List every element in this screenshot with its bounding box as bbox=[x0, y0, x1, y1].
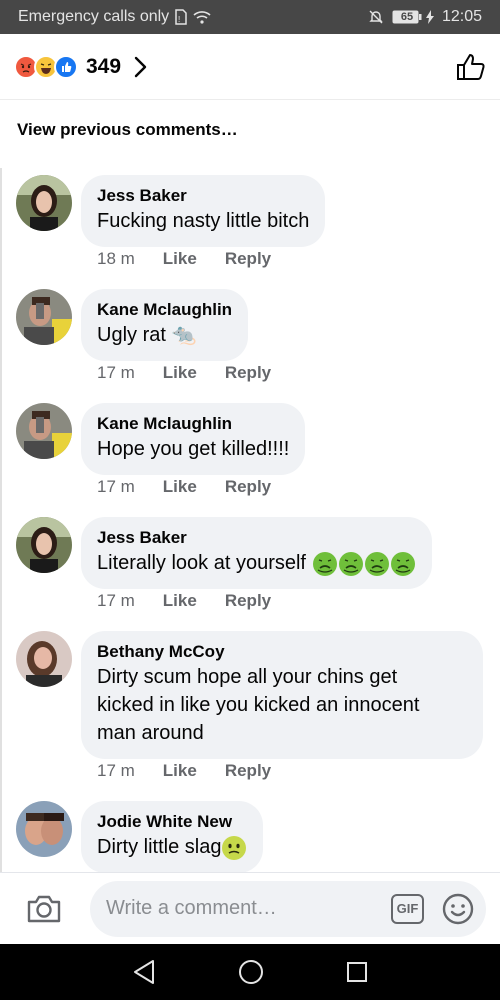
svg-text:!: ! bbox=[178, 15, 180, 24]
like-comment-button[interactable]: Like bbox=[163, 761, 197, 781]
reply-button[interactable]: Reply bbox=[225, 477, 271, 497]
comment-input-wrapper: GIF bbox=[90, 880, 486, 937]
chevron-right-icon[interactable] bbox=[133, 56, 147, 78]
comment-bubble: Jodie White New Dirty little slag bbox=[81, 801, 264, 873]
reply-button[interactable]: Reply bbox=[225, 761, 271, 781]
like-comment-button[interactable]: Like bbox=[163, 477, 197, 497]
avatar[interactable] bbox=[16, 517, 72, 573]
comment-bubble: Kane Mclaughlin Ugly rat 🐀 bbox=[81, 289, 249, 361]
woozy-face-icon bbox=[222, 835, 247, 860]
charging-icon bbox=[425, 10, 434, 24]
comment-author[interactable]: Kane Mclaughlin bbox=[97, 413, 289, 435]
nauseated-face-icon bbox=[364, 551, 389, 576]
comment-time[interactable]: 17 m bbox=[97, 477, 135, 497]
comment-text: Dirty little slag bbox=[97, 833, 247, 861]
comment-author[interactable]: Jess Baker bbox=[97, 185, 309, 207]
status-bar: Emergency calls only ! 65 12:05 bbox=[0, 0, 500, 34]
rat-emoji: 🐀 bbox=[171, 324, 197, 346]
view-previous-comments-link[interactable]: View previous comments… bbox=[17, 120, 238, 140]
avatar[interactable] bbox=[16, 175, 72, 231]
comment-actions: 17 m Like Reply bbox=[97, 761, 271, 781]
comment-time[interactable]: 18 m bbox=[97, 249, 135, 269]
like-comment-button[interactable]: Like bbox=[163, 249, 197, 269]
comment-bubble: Kane Mclaughlin Hope you get killed!!!! bbox=[81, 403, 306, 475]
reply-button[interactable]: Reply bbox=[225, 363, 271, 383]
comment-author[interactable]: Bethany McCoy bbox=[97, 641, 467, 663]
avatar[interactable] bbox=[16, 631, 72, 687]
comment-text: Hope you get killed!!!! bbox=[97, 438, 290, 460]
like-comment-button[interactable]: Like bbox=[163, 363, 197, 383]
comment-author[interactable]: Kane Mclaughlin bbox=[97, 299, 232, 321]
comment-composer: GIF bbox=[0, 872, 500, 944]
wifi-icon bbox=[193, 10, 211, 24]
back-icon[interactable] bbox=[132, 959, 156, 985]
mute-bell-icon bbox=[368, 9, 384, 25]
nauseated-face-icon bbox=[312, 551, 337, 576]
reply-button[interactable]: Reply bbox=[225, 249, 271, 269]
comment-time[interactable]: 17 m bbox=[97, 591, 135, 611]
camera-icon[interactable] bbox=[24, 894, 64, 924]
clock: 12:05 bbox=[441, 8, 482, 25]
reply-button[interactable]: Reply bbox=[225, 591, 271, 611]
recents-icon[interactable] bbox=[346, 961, 368, 983]
avatar[interactable] bbox=[16, 801, 72, 857]
comment-bubble: Jess Baker Literally look at yourself bbox=[81, 517, 432, 589]
like-comment-button[interactable]: Like bbox=[163, 591, 197, 611]
system-nav-bar bbox=[0, 944, 500, 1000]
comment-text-line: kicked in like you kicked an innocent bbox=[97, 694, 420, 716]
emoji-icon[interactable] bbox=[442, 893, 474, 925]
home-icon[interactable] bbox=[238, 959, 264, 985]
avatar[interactable] bbox=[16, 289, 72, 345]
reactions-header: 349 bbox=[0, 34, 500, 100]
avatar[interactable] bbox=[16, 403, 72, 459]
battery-level: 65 bbox=[400, 11, 414, 23]
comment-text: Fucking nasty little bitch bbox=[97, 210, 310, 232]
carrier-text: Emergency calls only bbox=[18, 8, 170, 25]
comment-time[interactable]: 17 m bbox=[97, 761, 135, 781]
comment-input[interactable] bbox=[106, 897, 391, 920]
comment-text-line: Dirty scum hope all your chins get bbox=[97, 666, 398, 688]
comment-actions: 17 m Like Reply bbox=[97, 477, 271, 497]
comment-bubble: Bethany McCoy Dirty scum hope all your c… bbox=[81, 631, 483, 759]
reaction-count[interactable]: 349 bbox=[86, 55, 121, 79]
comment-text: Literally look at yourself bbox=[97, 549, 416, 577]
like-reaction-icon bbox=[54, 54, 78, 79]
comment-text-line: man around bbox=[97, 722, 204, 744]
comment-actions: 17 m Like Reply bbox=[97, 591, 271, 611]
sim-icon: ! bbox=[175, 9, 187, 25]
comment-time[interactable]: 17 m bbox=[97, 363, 135, 383]
comment-text: Ugly rat 🐀 bbox=[97, 324, 197, 346]
comment-author[interactable]: Jodie White New bbox=[97, 811, 247, 833]
comment-author[interactable]: Jess Baker bbox=[97, 527, 416, 549]
nauseated-face-icon bbox=[390, 551, 415, 576]
comment-bubble: Jess Baker Fucking nasty little bitch bbox=[81, 175, 326, 247]
comment-actions: 18 m Like Reply bbox=[97, 249, 271, 269]
comment-actions: 17 m Like Reply bbox=[97, 363, 271, 383]
reaction-summary[interactable] bbox=[14, 54, 78, 79]
like-button[interactable] bbox=[456, 53, 486, 81]
nauseated-face-icon bbox=[338, 551, 363, 576]
gif-button[interactable]: GIF bbox=[391, 893, 424, 924]
thread-line bbox=[0, 168, 2, 872]
